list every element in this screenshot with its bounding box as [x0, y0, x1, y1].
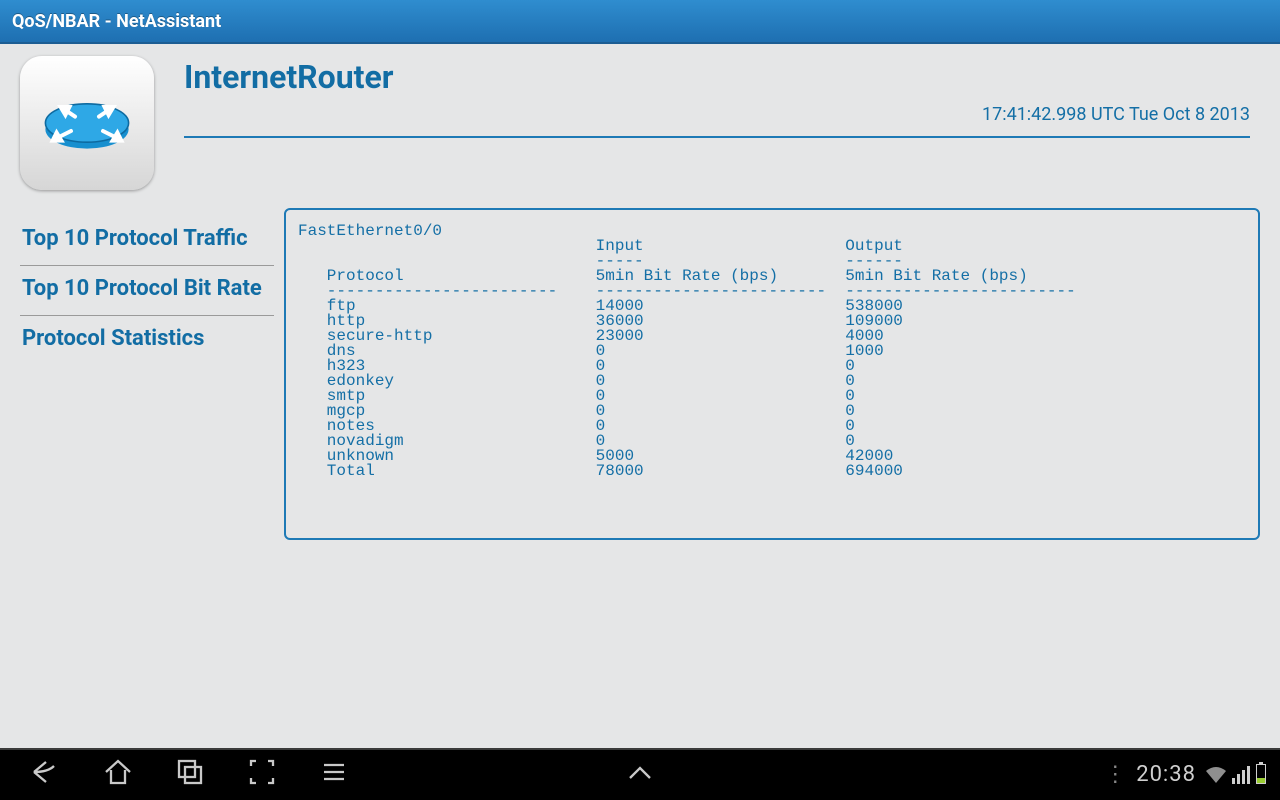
cell-signal-icon [1232, 766, 1250, 784]
tab-top10-bitrate[interactable]: Top 10 Protocol Bit Rate [20, 266, 274, 316]
recent-apps-icon[interactable] [174, 756, 206, 792]
sidebar-tabs: Top 10 Protocol Traffic Top 10 Protocol … [20, 216, 274, 365]
battery-icon [1256, 764, 1266, 784]
home-icon[interactable] [102, 756, 134, 792]
status-clock[interactable]: 20:38 [1136, 762, 1196, 787]
output-panel: FastEthernet0/0 Input Output ----- -----… [284, 208, 1260, 540]
app-title: QoS/NBAR - NetAssistant [12, 11, 221, 32]
timestamp: 17:41:42.998 UTC Tue Oct 8 2013 [982, 104, 1250, 125]
app-bar: QoS/NBAR - NetAssistant [0, 0, 1280, 44]
header-divider [184, 136, 1250, 138]
content-area: InternetRouter 17:41:42.998 UTC Tue Oct … [0, 44, 1280, 748]
menu-icon[interactable] [318, 756, 350, 792]
screenshot-icon[interactable] [246, 756, 278, 792]
wifi-icon [1206, 766, 1226, 784]
android-navbar: ⋮ 20:38 [0, 748, 1280, 800]
back-icon[interactable] [30, 756, 62, 792]
router-icon [20, 56, 154, 190]
terminal-output: FastEthernet0/0 Input Output ----- -----… [298, 224, 1246, 479]
notification-divider-icon: ⋮ [1104, 762, 1126, 787]
tab-protocol-stats[interactable]: Protocol Statistics [20, 316, 274, 365]
device-title: InternetRouter [184, 58, 393, 96]
expand-up-icon[interactable] [624, 773, 656, 792]
tab-top10-traffic[interactable]: Top 10 Protocol Traffic [20, 216, 274, 266]
status-icons[interactable] [1206, 764, 1266, 784]
